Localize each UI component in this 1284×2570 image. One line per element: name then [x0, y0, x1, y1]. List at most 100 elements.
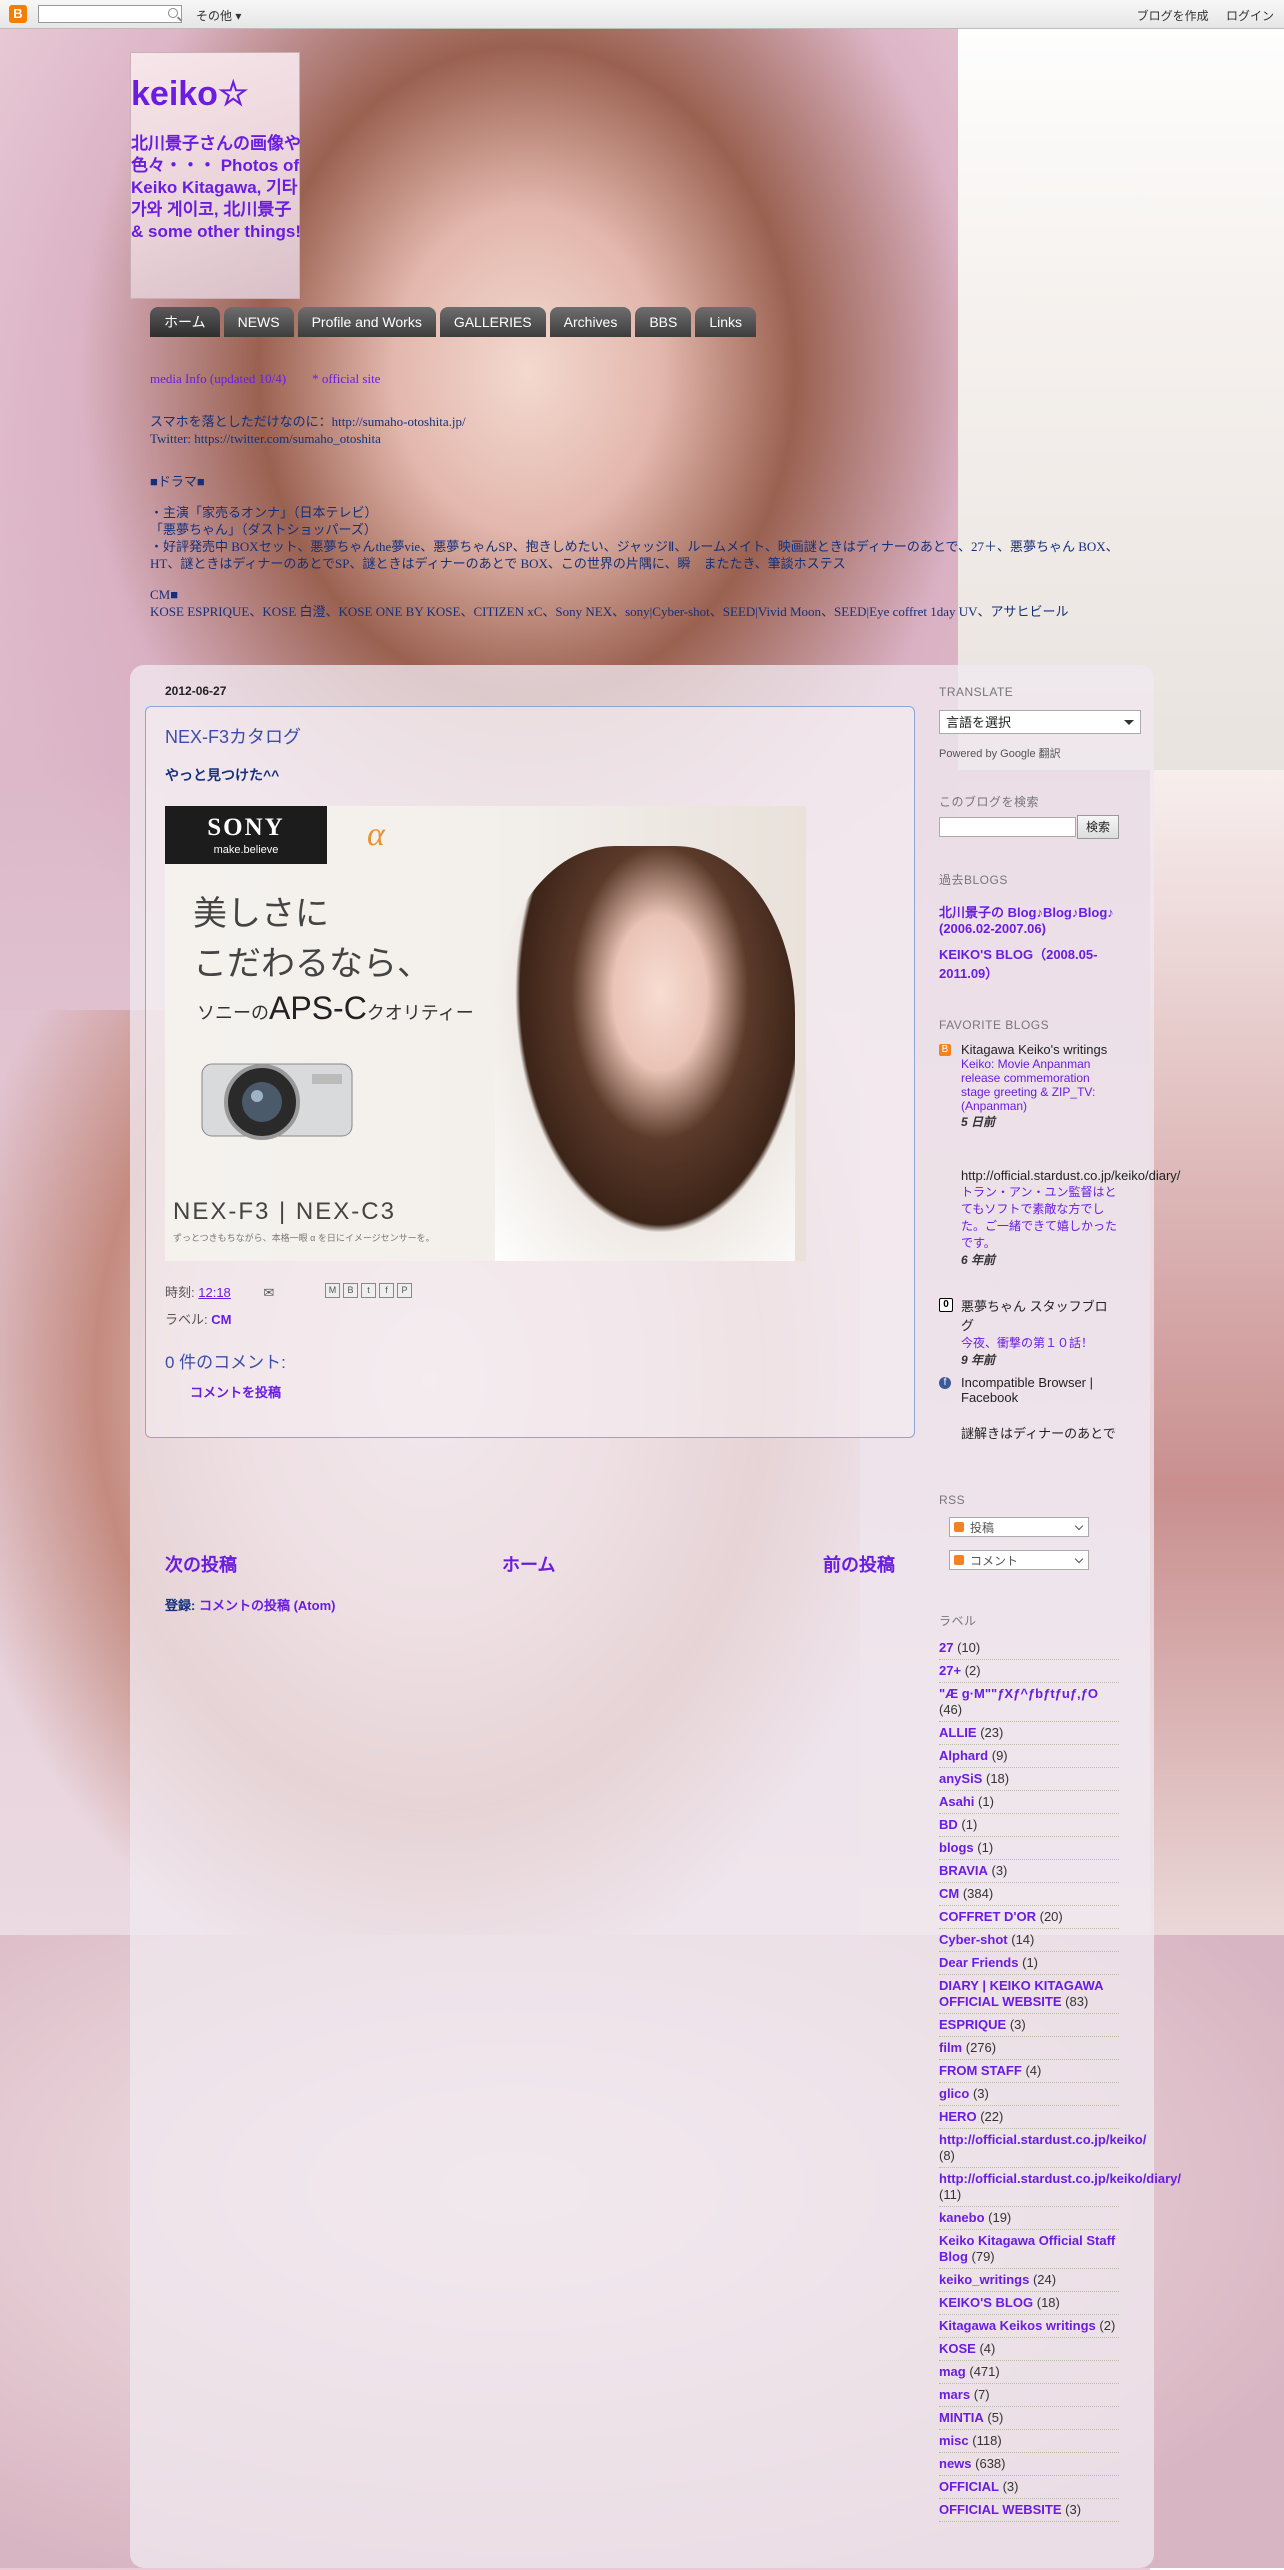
- comment-feed-link[interactable]: コメントの投稿 (Atom): [199, 1598, 336, 1613]
- label-link[interactable]: BRAVIA: [939, 1863, 988, 1878]
- past-blog-link-2[interactable]: KEIKO'S BLOG（2008.05-2011.09）: [939, 947, 1097, 981]
- label-link[interactable]: kanebo: [939, 2210, 985, 2225]
- label-link[interactable]: Alphard: [939, 1748, 988, 1763]
- favorite-blog-link[interactable]: Incompatible Browser | Facebook: [961, 1375, 1093, 1405]
- tab-home[interactable]: ホーム: [150, 307, 220, 337]
- tab-archives[interactable]: Archives: [549, 307, 632, 337]
- more-menu[interactable]: その他 ▾: [196, 7, 241, 24]
- label-link[interactable]: KOSE: [939, 2341, 976, 2356]
- tab-galleries[interactable]: GALLERIES: [439, 307, 546, 337]
- post-image[interactable]: SONY make.believe α 美しさに こだわるなら、 ソニーのAPS…: [165, 806, 806, 1261]
- favorite-blog-link[interactable]: Kitagawa Keiko's writings: [961, 1042, 1107, 1057]
- label-link[interactable]: Cyber-shot: [939, 1932, 1008, 1947]
- label-link[interactable]: misc: [939, 2433, 969, 2448]
- label-list-item: Cyber-shot (14): [939, 1929, 1119, 1952]
- label-link[interactable]: FROM STAFF: [939, 2063, 1022, 2078]
- blogger-logo-icon[interactable]: B: [9, 5, 27, 23]
- label-link[interactable]: MINTIA: [939, 2410, 984, 2425]
- label-link[interactable]: KEIKO'S BLOG: [939, 2295, 1033, 2310]
- older-post-link[interactable]: 前の投稿: [823, 1551, 895, 1577]
- favorite-blog-link[interactable]: 謎解きはディナーのあとで: [961, 1426, 1116, 1441]
- label-link[interactable]: keiko_writings: [939, 2272, 1029, 2287]
- navbar-right: ブログを作成 ログイン: [1123, 7, 1274, 24]
- newer-post-link[interactable]: 次の投稿: [165, 1555, 237, 1575]
- label-link[interactable]: Dear Friends: [939, 1955, 1018, 1970]
- tab-links[interactable]: Links: [695, 307, 757, 337]
- label-count: (384): [962, 1886, 994, 1901]
- info-twitter-line: Twitter: https://twitter.com/sumaho_otos…: [150, 431, 381, 446]
- media-info-link[interactable]: media Info (updated 10/4): [150, 371, 286, 386]
- favorite-blog-snippet[interactable]: トラン・アン・ユン監督はとてもソフトで素敵な方でした。ご一緒できて嬉しかったです…: [961, 1183, 1119, 1251]
- rss-comments-dropdown[interactable]: コメント: [949, 1550, 1089, 1570]
- label-link[interactable]: OFFICIAL: [939, 2479, 999, 2494]
- navbar-search[interactable]: [38, 5, 182, 24]
- label-link[interactable]: Asahi: [939, 1794, 974, 1809]
- post-comment-link[interactable]: コメントを投稿: [190, 1382, 281, 1401]
- label-link[interactable]: film: [939, 2040, 962, 2055]
- label-link[interactable]: ESPRIQUE: [939, 2017, 1006, 2032]
- label-link[interactable]: 27: [939, 1640, 953, 1655]
- label-link[interactable]: mag: [939, 2364, 966, 2379]
- blog-title[interactable]: keiko☆: [131, 74, 248, 114]
- label-count: (10): [957, 1640, 981, 1655]
- rss-posts-dropdown[interactable]: 投稿: [949, 1517, 1089, 1537]
- create-blog-link[interactable]: ブログを作成: [1137, 9, 1209, 23]
- label-count: (1): [977, 1840, 994, 1855]
- label-link[interactable]: mars: [939, 2387, 970, 2402]
- official-site-link[interactable]: * official site: [312, 371, 380, 386]
- label-link[interactable]: anySiS: [939, 1771, 982, 1786]
- subscribe-links: 登録: コメントの投稿 (Atom): [165, 1595, 335, 1614]
- favorite-blog-link[interactable]: http://official.stardust.co.jp/keiko/dia…: [961, 1168, 1180, 1183]
- post-title[interactable]: NEX-F3カタログ: [165, 723, 301, 749]
- facebook-share-icon[interactable]: f: [379, 1283, 394, 1298]
- label-count: (3): [1009, 2017, 1026, 2032]
- label-link[interactable]: OFFICIAL WEBSITE: [939, 2502, 1062, 2517]
- tab-bbs[interactable]: BBS: [635, 307, 692, 337]
- navbar-search-input[interactable]: [39, 8, 167, 24]
- email-share-icon[interactable]: M: [325, 1283, 340, 1298]
- label-link[interactable]: BD: [939, 1817, 958, 1832]
- blog-this-icon[interactable]: B: [343, 1283, 358, 1298]
- label-link[interactable]: Keiko Kitagawa Official Staff Blog: [939, 2233, 1115, 2264]
- label-link[interactable]: COFFRET D'OR: [939, 1909, 1036, 1924]
- chevron-down-icon: [1124, 720, 1134, 730]
- login-link[interactable]: ログイン: [1226, 9, 1274, 23]
- email-post-icon[interactable]: ✉: [263, 1285, 274, 1300]
- tab-profile-and-works[interactable]: Profile and Works: [297, 307, 436, 337]
- label-link[interactable]: "Æ g·M""ƒXƒ^ƒbƒtƒuƒ‚ƒO: [939, 1686, 1098, 1701]
- label-link[interactable]: news: [939, 2456, 972, 2471]
- home-link[interactable]: ホーム: [502, 1551, 555, 1577]
- label-link[interactable]: Kitagawa Keikos writings: [939, 2318, 1096, 2333]
- label-count: (3): [1065, 2502, 1082, 2517]
- label-link[interactable]: CM: [939, 1886, 959, 1901]
- post-labels: ラベル: CM: [165, 1309, 231, 1328]
- label-link[interactable]: HERO: [939, 2109, 977, 2124]
- favorite-blog-snippet[interactable]: 今夜、衝撃の第１０話！: [961, 1334, 1119, 1351]
- language-select[interactable]: 言語を選択: [939, 710, 1141, 734]
- label-link[interactable]: 27+: [939, 1663, 961, 1678]
- twitter-share-icon[interactable]: t: [361, 1283, 376, 1298]
- pinterest-share-icon[interactable]: P: [397, 1283, 412, 1298]
- post-time-link[interactable]: 12:18: [198, 1285, 231, 1300]
- favorite-blog-link[interactable]: 悪夢ちゃん スタッフブログ: [961, 1299, 1108, 1333]
- search-title: このブログを検索: [939, 793, 1114, 810]
- favorite-blog-snippet[interactable]: Keiko: Movie Anpanman release commemorat…: [961, 1057, 1119, 1113]
- label-link-cm[interactable]: CM: [211, 1312, 231, 1327]
- label-list-item: ESPRIQUE (3): [939, 2014, 1119, 2037]
- tab-news[interactable]: NEWS: [223, 307, 294, 337]
- blog-search-input[interactable]: [939, 817, 1076, 837]
- sony-logo-box: SONY make.believe: [165, 806, 327, 864]
- labels-label: ラベル:: [165, 1312, 208, 1327]
- ad-copy-1: 美しさに: [193, 896, 329, 933]
- search-button[interactable]: 検索: [1077, 815, 1119, 839]
- search-icon[interactable]: [168, 8, 178, 18]
- label-link[interactable]: blogs: [939, 1840, 974, 1855]
- past-blog-link-1[interactable]: 北川景子の Blog♪Blog♪Blog♪ (2006.02-2007.06): [939, 905, 1114, 936]
- label-count: (3): [972, 2086, 989, 2101]
- label-link[interactable]: glico: [939, 2086, 969, 2101]
- label-link[interactable]: http://official.stardust.co.jp/keiko/: [939, 2132, 1146, 2147]
- label-list-item: misc (118): [939, 2430, 1119, 2453]
- label-link[interactable]: ALLIE: [939, 1725, 977, 1740]
- label-list-item: MINTIA (5): [939, 2407, 1119, 2430]
- label-link[interactable]: http://official.stardust.co.jp/keiko/dia…: [939, 2171, 1181, 2186]
